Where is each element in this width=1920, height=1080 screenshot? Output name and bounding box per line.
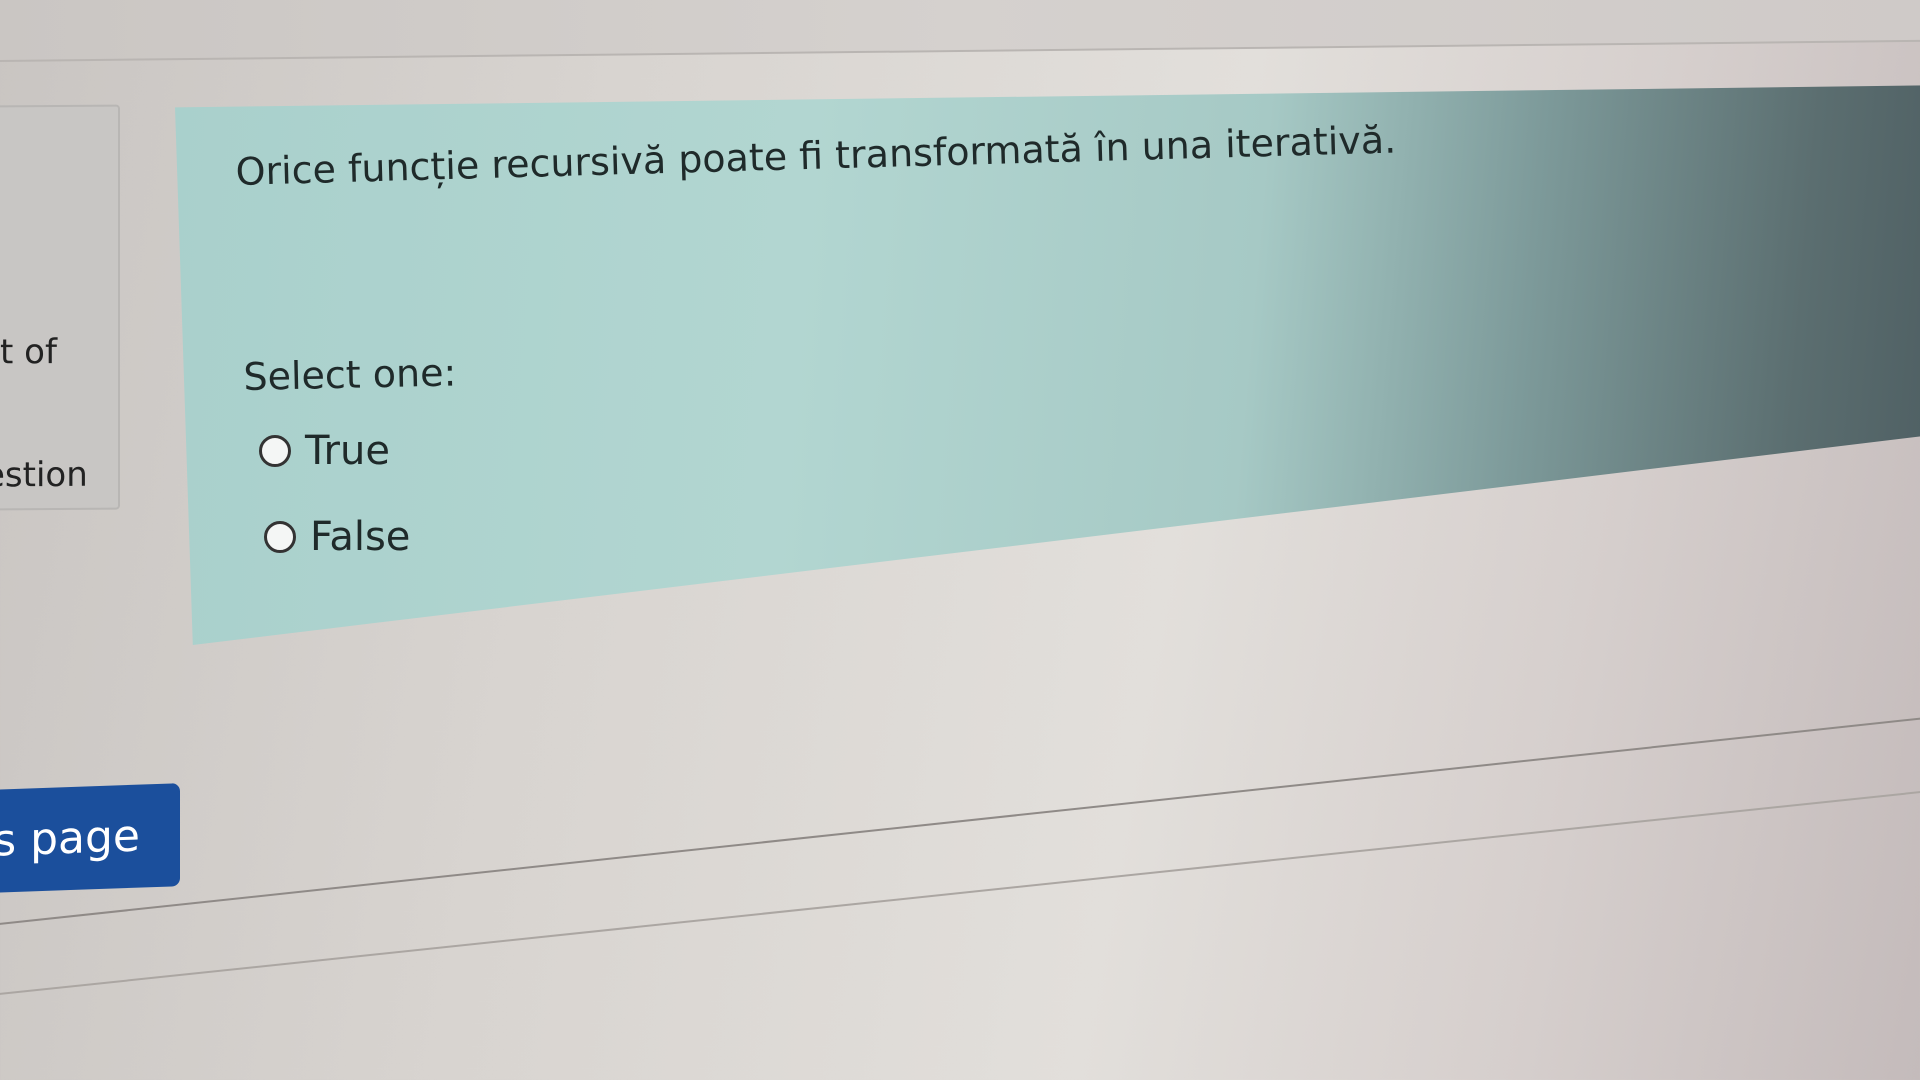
radio-true[interactable] (259, 435, 291, 467)
option-true-label: True (305, 428, 390, 474)
top-header-strip (0, 0, 1920, 62)
option-true[interactable]: True (259, 428, 390, 474)
previous-page-button[interactable]: ıs page (0, 783, 180, 894)
radio-false[interactable] (264, 521, 296, 553)
quiz-info-panel: t of estion (0, 104, 120, 511)
select-one-label: Select one: (243, 350, 457, 399)
option-false[interactable]: False (264, 514, 410, 560)
previous-page-button-label: ıs page (0, 810, 140, 868)
info-text-fragment-1: t of (0, 331, 57, 373)
flag-question-link[interactable]: estion (0, 455, 88, 496)
divider-line (0, 712, 1920, 927)
option-false-label: False (310, 514, 411, 560)
